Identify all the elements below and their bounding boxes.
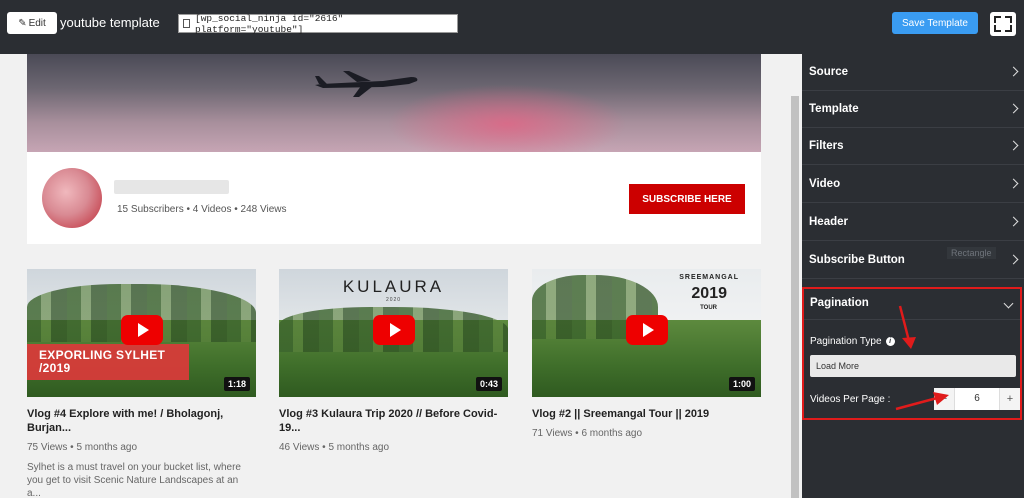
- channel-banner: [27, 54, 761, 152]
- video-duration: 1:18: [223, 377, 250, 391]
- chevron-right-icon: [1008, 254, 1019, 265]
- sidebar-item-header[interactable]: Header: [802, 204, 1024, 241]
- save-template-button[interactable]: Save Template: [892, 12, 978, 34]
- tooltip-rectangle: Rectangle: [947, 247, 996, 259]
- preview-scrollbar[interactable]: [789, 54, 801, 498]
- template-preview: 15 Subscribers • 4 Videos • 248 Views SU…: [0, 54, 788, 498]
- play-icon[interactable]: [372, 315, 415, 346]
- top-bar: ✎ Edit youtube template [wp_social_ninja…: [0, 0, 1024, 54]
- sidebar-item-label: Source: [809, 66, 848, 78]
- video-title[interactable]: Vlog #4 Explore with me! / Bholagonj, Bu…: [27, 407, 256, 435]
- sidebar-item-label: Template: [809, 103, 859, 115]
- chevron-right-icon: [1008, 66, 1019, 77]
- video-card[interactable]: SREEMANGAL 2019 TOUR 1:00 Vlog #2 || Sre…: [532, 269, 761, 439]
- video-meta: 71 Views • 6 months ago: [532, 428, 643, 439]
- videos-per-page-input[interactable]: 6: [954, 388, 1000, 410]
- video-card[interactable]: KULAURA 2020 0:43 Vlog #3 Kulaura Trip 2…: [279, 269, 508, 453]
- chevron-right-icon: [1008, 216, 1019, 227]
- sidebar-item-filters[interactable]: Filters: [802, 128, 1024, 165]
- play-icon[interactable]: [625, 315, 668, 346]
- chevron-down-icon: [1003, 298, 1014, 309]
- template-title: youtube template: [60, 15, 160, 30]
- channel-header: 15 Subscribers • 4 Videos • 248 Views SU…: [27, 152, 761, 244]
- video-duration: 0:43: [475, 377, 502, 391]
- chevron-right-icon: [1008, 103, 1019, 114]
- annotation-arrow: [895, 392, 949, 411]
- sidebar-item-label: Video: [809, 178, 841, 190]
- channel-avatar: [42, 168, 102, 228]
- shortcode-field[interactable]: [wp_social_ninja id="2616" platform="you…: [178, 12, 458, 35]
- annotation-arrow: [898, 305, 916, 349]
- sidebar-item-label: Header: [809, 216, 848, 228]
- sidebar-item-label: Subscribe Button: [809, 254, 905, 266]
- sidebar-item-template[interactable]: Template: [802, 91, 1024, 128]
- video-title[interactable]: Vlog #2 || Sreemangal Tour || 2019: [532, 407, 761, 421]
- increment-button[interactable]: +: [1000, 388, 1020, 410]
- scrollbar-thumb[interactable]: [791, 96, 799, 498]
- settings-sidebar: Source Template Filters Video Header Sub…: [802, 54, 1024, 498]
- fullscreen-icon[interactable]: [990, 12, 1016, 36]
- video-thumbnail[interactable]: EXPORLING SYLHET /2019 1:18: [27, 269, 256, 397]
- video-meta: 75 Views • 5 months ago: [27, 442, 138, 453]
- subscribe-button[interactable]: SUBSCRIBE HERE: [629, 184, 745, 214]
- shortcode-text: [wp_social_ninja id="2616" platform="you…: [195, 12, 344, 35]
- video-thumbnail[interactable]: SREEMANGAL 2019 TOUR 1:00: [532, 269, 761, 397]
- thumbnail-overlay-title: KULAURA: [342, 277, 445, 296]
- pagination-type-text: Pagination Type: [810, 336, 882, 347]
- sidebar-item-label: Filters: [809, 140, 844, 152]
- channel-stats: 15 Subscribers • 4 Videos • 248 Views: [117, 204, 287, 215]
- chevron-right-icon: [1008, 140, 1019, 151]
- videos-per-page-label: Videos Per Page :: [810, 394, 891, 405]
- video-duration: 1:00: [728, 377, 755, 391]
- pagination-type-label: Pagination Type i: [810, 336, 895, 347]
- video-meta: 46 Views • 5 months ago: [279, 442, 390, 453]
- thumbnail-overlay-year: 2019: [691, 285, 727, 302]
- edit-label: Edit: [28, 17, 46, 29]
- chevron-right-icon: [1008, 178, 1019, 189]
- video-thumbnail[interactable]: KULAURA 2020 0:43: [279, 269, 508, 397]
- video-title[interactable]: Vlog #3 Kulaura Trip 2020 // Before Covi…: [279, 407, 508, 435]
- play-icon[interactable]: [120, 315, 163, 346]
- channel-name-blurred: [114, 180, 229, 194]
- pencil-icon: ✎: [18, 17, 27, 29]
- thumbnail-overlay-subtitle: 2020: [385, 297, 402, 303]
- pagination-type-select[interactable]: Load More: [810, 355, 1016, 377]
- document-icon: [183, 19, 190, 28]
- thumbnail-overlay-bottom: TOUR: [700, 305, 717, 311]
- thumbnail-overlay-top: SREEMANGAL: [679, 274, 739, 281]
- sidebar-item-video[interactable]: Video: [802, 166, 1024, 203]
- pagination-title: Pagination: [810, 297, 869, 309]
- thumbnail-overlay-text: EXPORLING SYLHET /2019: [27, 344, 189, 380]
- airplane-image: [315, 71, 418, 97]
- video-description: Sylhet is a must travel on your bucket l…: [27, 462, 241, 498]
- video-card[interactable]: EXPORLING SYLHET /2019 1:18 Vlog #4 Expl…: [27, 269, 256, 498]
- edit-button[interactable]: ✎ Edit: [7, 12, 57, 34]
- sidebar-item-source[interactable]: Source: [802, 54, 1024, 91]
